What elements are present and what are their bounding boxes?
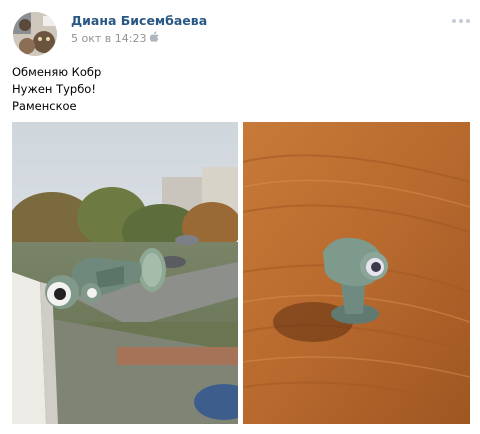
post-text-line: Нужен Турбо! <box>12 82 96 96</box>
post-photo-table[interactable] <box>243 122 470 424</box>
post-timestamp[interactable]: 5 окт в 14:23 <box>71 32 146 45</box>
post-meta: 5 окт в 14:23 <box>71 31 160 45</box>
post-text-line: Обменяю Кобр <box>12 65 102 79</box>
author-avatar[interactable] <box>13 12 57 56</box>
post-text: Обменяю Кобр Нужен Турбо! Раменское <box>12 64 101 115</box>
apple-icon <box>150 31 160 45</box>
post-photo-window[interactable] <box>12 122 238 424</box>
post-text-line: Раменское <box>12 99 77 113</box>
more-dots-icon[interactable] <box>452 19 470 23</box>
author-name[interactable]: Диана Бисембаева <box>71 13 207 28</box>
